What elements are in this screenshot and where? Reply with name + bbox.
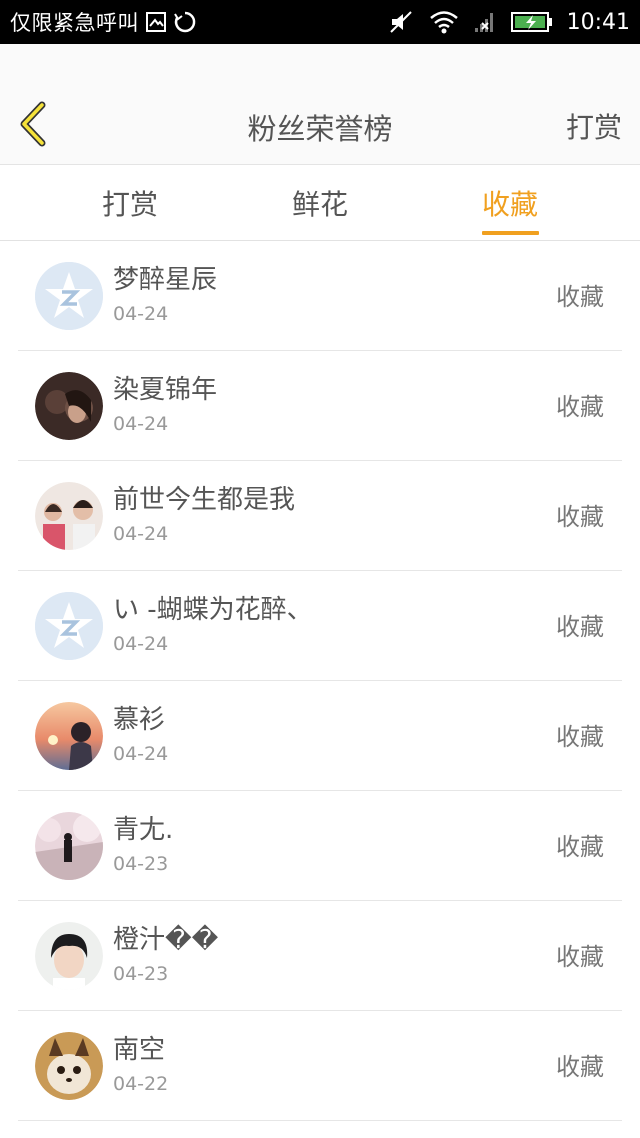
fan-name: 前世今生都是我 bbox=[113, 485, 296, 515]
photo-avatar bbox=[35, 702, 103, 770]
fan-date: 04-23 bbox=[113, 853, 169, 875]
tab-reward[interactable]: 打赏 bbox=[80, 165, 180, 241]
gift-type: 收藏 bbox=[556, 283, 604, 311]
gift-type: 收藏 bbox=[556, 1053, 604, 1081]
fan-name: 慕衫 bbox=[113, 705, 166, 735]
fan-list: 梦醉星辰 04-24 收藏 染夏锦年 04-24 收藏 前世今生都是我 04-2… bbox=[0, 241, 640, 1121]
fan-name: 青尢. bbox=[113, 815, 174, 845]
photo-avatar bbox=[35, 372, 103, 440]
fan-name: 橙汁�� bbox=[113, 925, 219, 955]
tab-favorites[interactable]: 收藏 bbox=[460, 165, 560, 241]
list-item[interactable]: 染夏锦年 04-24 收藏 bbox=[18, 351, 622, 461]
list-item[interactable]: 慕衫 04-24 收藏 bbox=[18, 681, 622, 791]
page-title: 粉丝荣誉榜 bbox=[247, 112, 393, 146]
carrier-text: 仅限紧急呼叫 bbox=[10, 11, 139, 35]
fan-name: 南空 bbox=[113, 1035, 166, 1065]
fan-date: 04-22 bbox=[113, 1073, 169, 1095]
default-star-avatar bbox=[35, 592, 103, 660]
active-tab-indicator bbox=[482, 231, 539, 235]
photo-avatar bbox=[35, 922, 103, 990]
photo-avatar bbox=[35, 1032, 103, 1100]
no-signal-icon bbox=[473, 10, 497, 34]
gift-type: 收藏 bbox=[556, 613, 604, 641]
fan-date: 04-24 bbox=[113, 633, 169, 655]
photo-avatar bbox=[35, 482, 103, 550]
fan-name: 梦醉星辰 bbox=[113, 265, 218, 295]
photo-avatar bbox=[35, 812, 103, 880]
sync-icon bbox=[173, 10, 197, 34]
list-item[interactable]: 青尢. 04-23 收藏 bbox=[18, 791, 622, 901]
fan-date: 04-24 bbox=[113, 303, 169, 325]
nav-header: 粉丝荣誉榜 打赏 bbox=[0, 44, 640, 165]
status-bar: 仅限紧急呼叫 10:41 bbox=[0, 0, 640, 44]
image-icon bbox=[145, 11, 167, 33]
fan-date: 04-24 bbox=[113, 413, 169, 435]
status-left: 仅限紧急呼叫 bbox=[10, 0, 197, 44]
list-item[interactable]: 梦醉星辰 04-24 收藏 bbox=[18, 241, 622, 351]
fan-name: い -蝴蝶为花醉、 bbox=[113, 595, 313, 625]
gift-type: 收藏 bbox=[556, 393, 604, 421]
default-star-avatar bbox=[35, 262, 103, 330]
gift-type: 收藏 bbox=[556, 723, 604, 751]
mute-icon bbox=[389, 10, 415, 34]
clock: 10:41 bbox=[566, 9, 630, 35]
status-right: 10:41 bbox=[389, 0, 630, 44]
gift-type: 收藏 bbox=[556, 503, 604, 531]
tab-flowers[interactable]: 鲜花 bbox=[270, 165, 370, 241]
gift-type: 收藏 bbox=[556, 833, 604, 861]
fan-date: 04-24 bbox=[113, 523, 169, 545]
wifi-icon bbox=[429, 10, 459, 34]
fan-date: 04-24 bbox=[113, 743, 169, 765]
battery-charging-icon bbox=[510, 11, 553, 33]
list-item[interactable]: い -蝴蝶为花醉、 04-24 收藏 bbox=[18, 571, 622, 681]
gift-type: 收藏 bbox=[556, 943, 604, 971]
list-item[interactable]: 前世今生都是我 04-24 收藏 bbox=[18, 461, 622, 571]
list-item[interactable]: 橙汁�� 04-23 收藏 bbox=[18, 901, 622, 1011]
tab-bar: 打赏 鲜花 收藏 bbox=[0, 165, 640, 241]
fan-name: 染夏锦年 bbox=[113, 375, 218, 405]
list-item[interactable]: 南空 04-22 收藏 bbox=[18, 1011, 622, 1121]
fan-date: 04-23 bbox=[113, 963, 169, 985]
reward-button[interactable]: 打赏 bbox=[566, 106, 622, 146]
